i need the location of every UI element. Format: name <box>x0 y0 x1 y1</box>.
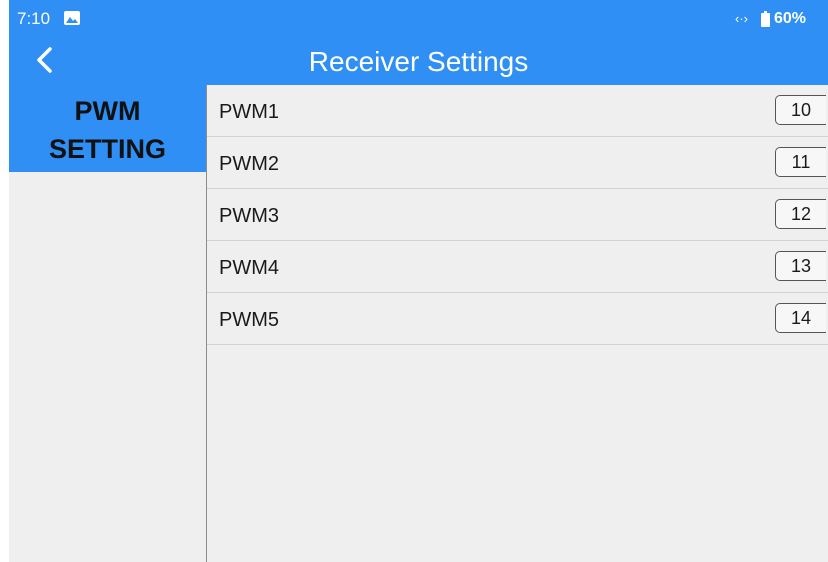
pwm-list: PWM1 10 PWM2 11 PWM3 12 PWM4 13 PWM5 14 <box>207 85 828 562</box>
pwm-label: PWM3 <box>219 205 279 227</box>
pwm-channel-value[interactable]: 12 <box>775 199 826 229</box>
pwm-row[interactable]: PWM1 10 <box>207 85 828 137</box>
pwm-label: PWM5 <box>219 309 279 331</box>
status-time: 7:10 <box>17 9 51 28</box>
pwm-label: PWM2 <box>219 153 279 175</box>
signal-arrows-icon: ‹·› <box>735 11 748 26</box>
pwm-row[interactable]: PWM5 14 <box>207 293 828 345</box>
pwm-label: PWM1 <box>219 101 279 123</box>
page-title: Receiver Settings <box>308 46 529 77</box>
pwm-row[interactable]: PWM2 11 <box>207 137 828 189</box>
pwm-channel-value[interactable]: 14 <box>775 303 826 333</box>
sidebar-item-label-line2: SETTING <box>48 134 166 164</box>
status-bar: 7:10 ‹·› 60% <box>9 0 828 38</box>
sidebar: PWM SETTING <box>9 85 207 562</box>
pwm-channel-value[interactable]: 13 <box>775 251 826 281</box>
app-screen: 7:10 ‹·› 60% Receiver Settings PWM SETTI… <box>9 0 828 562</box>
sidebar-item-pwm-setting[interactable]: PWM SETTING <box>9 85 206 172</box>
gallery-icon <box>64 11 80 25</box>
battery-icon <box>761 11 770 27</box>
pwm-channel-value[interactable]: 11 <box>775 147 826 177</box>
pwm-row[interactable]: PWM4 13 <box>207 241 828 293</box>
title-bar: Receiver Settings <box>9 38 828 85</box>
battery-level: 60% <box>774 10 807 27</box>
pwm-row[interactable]: PWM3 12 <box>207 189 828 241</box>
pwm-label: PWM4 <box>219 257 279 279</box>
pwm-channel-value[interactable]: 10 <box>775 95 826 125</box>
sidebar-item-label-line1: PWM <box>74 96 141 126</box>
